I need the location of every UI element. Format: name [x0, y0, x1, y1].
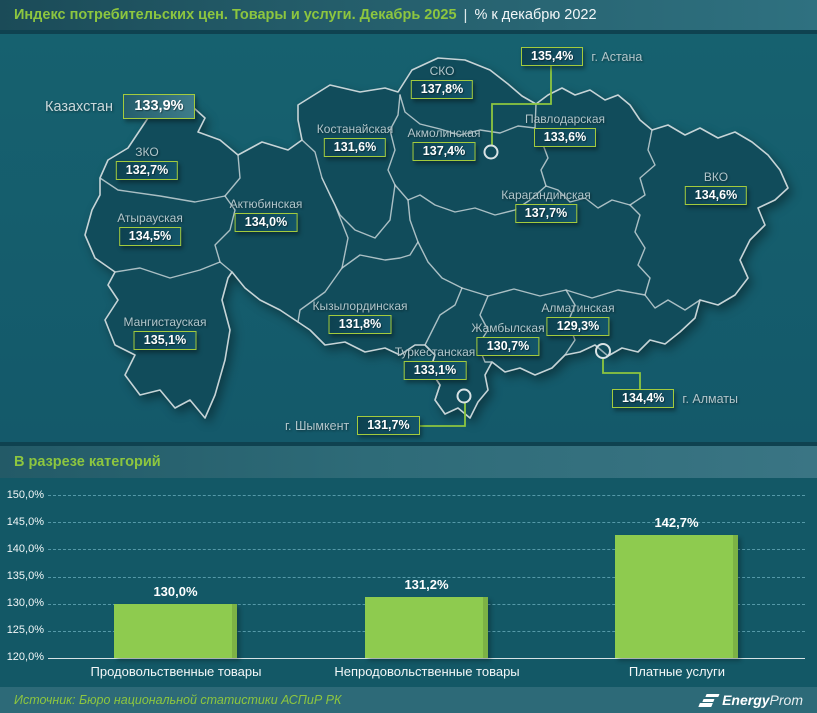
national-value-box: 133,9%: [123, 94, 195, 119]
city-label-astana: 135,4% г. Астана: [521, 47, 642, 66]
city-name: г. Астана: [591, 50, 642, 64]
region-label-vko: ВКО 134,6%: [685, 170, 747, 205]
region-value-box: 129,3%: [547, 317, 609, 336]
region-value-box: 134,5%: [119, 227, 181, 246]
region-name: Жамбылская: [471, 321, 544, 335]
bar-services: 142,7%: [615, 535, 738, 658]
region-value-box: 134,6%: [685, 186, 747, 205]
logo-text-light: Prom: [770, 692, 803, 708]
national-value-group: Казахстан 133,9%: [45, 94, 195, 119]
region-value-box: 133,1%: [404, 361, 466, 380]
bar-value-label: 130,0%: [153, 584, 197, 599]
region-name: ЗКО: [116, 145, 178, 159]
y-tick-label: 120,0%: [0, 651, 44, 663]
region-value-box: 131,8%: [329, 315, 391, 334]
region-label-zhambyl: Жамбылская 130,7%: [471, 321, 544, 356]
logo-text-bold: Energy: [722, 692, 769, 708]
y-tick-label: 140,0%: [0, 543, 44, 555]
y-tick-label: 145,0%: [0, 516, 44, 528]
national-label: Казахстан: [45, 99, 113, 115]
region-name: Кызылординская: [313, 299, 408, 313]
x-axis-line: [48, 658, 805, 659]
region-label-pavlodar: Павлодарская 133,6%: [525, 112, 605, 147]
section-title: В разрезе категорий: [14, 454, 161, 470]
bar-value-label: 142,7%: [654, 515, 698, 530]
footer-bar: Источник: Бюро национальной статистики А…: [0, 687, 817, 713]
region-name: Мангистауская: [124, 315, 207, 329]
region-value-box: 132,7%: [116, 161, 178, 180]
header-bar: Индекс потребительских цен. Товары и усл…: [0, 0, 817, 30]
region-name: Актюбинская: [230, 197, 303, 211]
category-label-services: Платные услуги: [629, 664, 725, 679]
city-value-box: 134,4%: [612, 389, 674, 408]
energyprom-logo: EnergyProm: [701, 692, 803, 708]
bar-value-label: 131,2%: [404, 577, 448, 592]
region-value-box: 133,6%: [534, 128, 596, 147]
region-label-atyrau: Атырауская 134,5%: [117, 211, 183, 246]
page-subtitle: % к декабрю 2022: [474, 7, 596, 23]
infographic-page: Индекс потребительских цен. Товары и усл…: [0, 0, 817, 713]
kazakhstan-map: Казахстан 133,9% ЗКО 132,7% Атырауская 1…: [0, 34, 817, 442]
region-value-box: 134,0%: [235, 213, 297, 232]
region-label-mangystau: Мангистауская 135,1%: [124, 315, 207, 350]
region-name: Акмолинская: [408, 126, 481, 140]
chart-plot-area: 130,0% 131,2% 142,7%: [48, 495, 805, 658]
region-value-box: 131,6%: [324, 138, 386, 157]
y-tick-label: 150,0%: [0, 489, 44, 501]
region-value-box: 137,4%: [413, 142, 475, 161]
y-tick-label: 125,0%: [0, 624, 44, 636]
region-name: Костанайская: [317, 122, 393, 136]
region-label-akmola: Акмолинская 137,4%: [408, 126, 481, 161]
city-value-box: 131,7%: [357, 416, 419, 435]
region-name: Карагандинская: [501, 188, 590, 202]
source-note: Источник: Бюро национальной статистики А…: [14, 693, 341, 707]
region-label-kostanay: Костанайская 131,6%: [317, 122, 393, 157]
bar-food: 130,0%: [114, 604, 237, 658]
region-label-almaty-region: Алматинская 129,3%: [541, 301, 614, 336]
region-label-sko: СКО 137,8%: [411, 64, 473, 99]
category-bar-chart: 130,0% 131,2% 142,7% 150,0% 145,0% 140,0…: [0, 478, 817, 687]
region-name: Туркестанская: [395, 345, 476, 359]
shymkent-marker: [458, 390, 471, 403]
bar-nonfood: 131,2%: [365, 597, 488, 658]
city-value-box: 135,4%: [521, 47, 583, 66]
region-name: Атырауская: [117, 211, 183, 225]
region-label-kyzylorda: Кызылординская 131,8%: [313, 299, 408, 334]
city-label-almaty: 134,4% г. Алматы: [612, 389, 738, 408]
y-tick-label: 130,0%: [0, 597, 44, 609]
astana-marker: [485, 146, 498, 159]
region-name: СКО: [411, 64, 473, 78]
city-name: г. Алматы: [682, 392, 738, 406]
region-name: ВКО: [685, 170, 747, 184]
category-label-nonfood: Непродовольственные товары: [334, 664, 519, 679]
y-tick-label: 135,0%: [0, 570, 44, 582]
region-label-aktobe: Актюбинская 134,0%: [230, 197, 303, 232]
region-label-zko: ЗКО 132,7%: [116, 145, 178, 180]
region-value-box: 137,8%: [411, 80, 473, 99]
page-title: Индекс потребительских цен. Товары и усл…: [14, 7, 457, 23]
almaty-marker: [596, 344, 610, 358]
region-value-box: 135,1%: [134, 331, 196, 350]
category-label-food: Продовольственные товары: [91, 664, 262, 679]
section-banner: В разрезе категорий: [0, 446, 817, 478]
region-value-box: 137,7%: [515, 204, 577, 223]
region-value-box: 130,7%: [477, 337, 539, 356]
region-name: Алматинская: [541, 301, 614, 315]
gridline: [48, 495, 805, 496]
city-name: г. Шымкент: [285, 419, 349, 433]
region-name: Павлодарская: [525, 112, 605, 126]
energyprom-logo-text: EnergyProm: [722, 692, 803, 708]
region-label-turkestan: Туркестанская 133,1%: [395, 345, 476, 380]
city-label-shymkent: г. Шымкент 131,7%: [285, 416, 420, 435]
region-label-karaganda: Карагандинская 137,7%: [501, 188, 590, 223]
title-separator: |: [464, 7, 468, 24]
energyprom-logo-icon: [699, 694, 720, 707]
